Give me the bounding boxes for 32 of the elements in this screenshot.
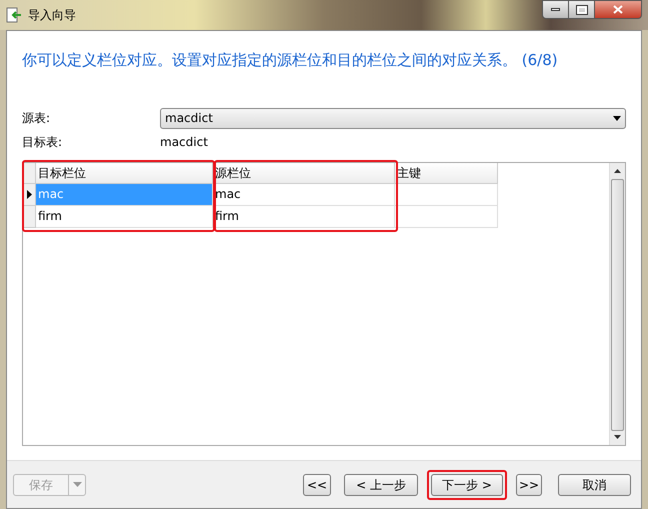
nav-button[interactable]: 取消	[558, 474, 631, 496]
step-heading: 你可以定义栏位对应。设置对应指定的源栏位和目的栏位之间的对应关系。 (6/8)	[22, 50, 559, 71]
window-title: 导入向导	[28, 7, 76, 24]
close-icon	[613, 5, 623, 14]
column-header[interactable]: 源栏位	[213, 162, 395, 184]
app-icon	[6, 7, 22, 23]
caret-icon	[72, 482, 82, 487]
scroll-up-icon	[614, 168, 621, 172]
grid-corner[interactable]	[23, 162, 36, 184]
nav-button[interactable]: < 上一步	[344, 474, 418, 496]
target-table-value: macdict	[160, 134, 208, 150]
scrollbar-thumb[interactable]	[611, 178, 624, 430]
maximize-button[interactable]	[569, 0, 595, 19]
scrollbar[interactable]	[609, 162, 625, 444]
table-cell[interactable]	[395, 184, 498, 206]
nav-button[interactable]: >>	[516, 474, 542, 496]
caret-icon	[613, 116, 621, 120]
close-button[interactable]	[595, 0, 642, 19]
table-cell[interactable]: firm	[36, 206, 213, 228]
table-cell[interactable]: mac	[213, 184, 395, 206]
minimize-button[interactable]	[542, 0, 569, 19]
nav-button[interactable]: 下一步 >	[431, 474, 503, 496]
table-cell[interactable]: firm	[213, 206, 395, 228]
column-header[interactable]: 主键	[395, 162, 498, 184]
row-pointer-icon	[26, 190, 32, 198]
source-table-dropdown[interactable]: macdict	[160, 108, 626, 128]
scroll-down-icon	[614, 434, 621, 438]
table-cell[interactable]	[395, 206, 498, 228]
source-table-label: 源表:	[22, 110, 52, 127]
target-table-label: 目标表:	[22, 134, 64, 150]
column-header[interactable]: 目标栏位	[36, 162, 213, 184]
nav-button[interactable]: <<	[303, 474, 331, 496]
